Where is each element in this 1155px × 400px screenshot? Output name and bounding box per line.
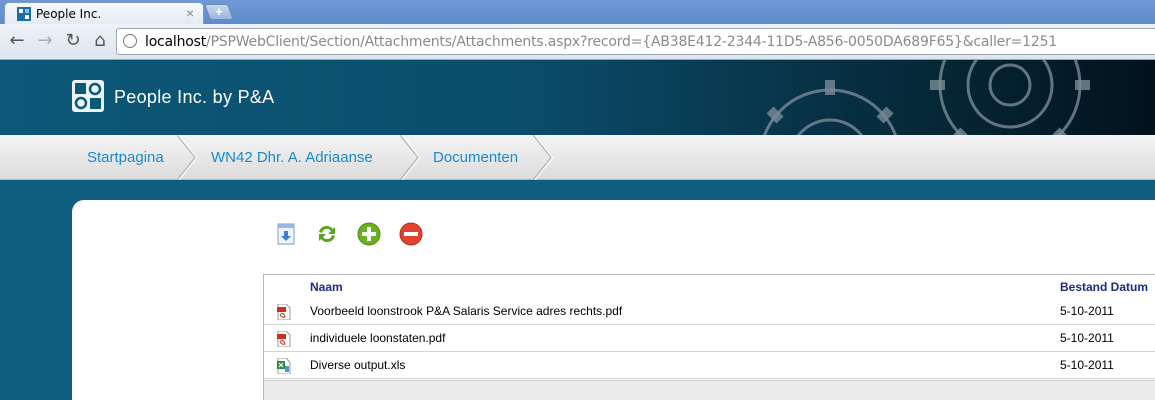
pdf-file-icon bbox=[277, 331, 291, 347]
url-host: localhost bbox=[145, 34, 207, 50]
add-icon[interactable] bbox=[357, 222, 381, 246]
file-date: 5-10-2011 bbox=[1060, 358, 1114, 372]
address-bar[interactable]: localhost/PSPWebClient/Section/Attachmen… bbox=[116, 28, 1155, 55]
home-button[interactable]: ⌂ bbox=[89, 30, 111, 52]
reload-button[interactable]: ↻ bbox=[62, 30, 84, 52]
file-name: Diverse output.xls bbox=[310, 358, 406, 372]
breadcrumb: Startpagina WN42 Dhr. A. Adriaanse Docum… bbox=[0, 135, 1155, 180]
globe-icon bbox=[123, 34, 137, 48]
excel-file-icon bbox=[277, 358, 291, 374]
table-footer bbox=[264, 380, 1155, 400]
chevron-right-icon bbox=[533, 135, 553, 180]
forward-button[interactable]: → bbox=[34, 30, 56, 52]
breadcrumb-item-startpagina[interactable]: Startpagina bbox=[87, 135, 164, 180]
column-header-bestand-datum[interactable]: Bestand Datum bbox=[1060, 280, 1148, 294]
back-button[interactable]: ← bbox=[6, 30, 28, 52]
file-name: Voorbeeld loonstrook P&A Salaris Service… bbox=[310, 304, 623, 318]
file-name: individuele loonstaten.pdf bbox=[310, 331, 446, 345]
refresh-icon[interactable] bbox=[315, 222, 339, 246]
breadcrumb-item-documenten[interactable]: Documenten bbox=[433, 135, 518, 180]
download-icon[interactable] bbox=[274, 222, 298, 246]
remove-icon[interactable] bbox=[399, 222, 423, 246]
tab-close-icon[interactable]: × bbox=[186, 5, 194, 21]
table-row[interactable]: individuele loonstaten.pdf 5-10-2011 bbox=[264, 325, 1155, 352]
gears-decoration-icon bbox=[763, 60, 1090, 135]
chevron-right-icon bbox=[400, 135, 420, 180]
column-header-naam[interactable]: Naam bbox=[310, 280, 343, 294]
file-date: 5-10-2011 bbox=[1060, 304, 1114, 318]
browser-tab[interactable]: People Inc. × bbox=[4, 2, 204, 24]
documents-table: Naam Bestand Datum Voorbeeld loonstrook … bbox=[263, 274, 1155, 400]
browser-toolbar: ← → ↻ ⌂ localhost/PSPWebClient/Section/A… bbox=[0, 24, 1155, 60]
table-row[interactable]: Diverse output.xls 5-10-2011 bbox=[264, 352, 1155, 379]
file-date: 5-10-2011 bbox=[1060, 331, 1114, 345]
favicon-icon bbox=[17, 7, 31, 21]
tab-title: People Inc. bbox=[36, 7, 102, 21]
url-text: localhost/PSPWebClient/Section/Attachmen… bbox=[145, 34, 1057, 50]
url-path: /PSPWebClient/Section/Attachments/Attach… bbox=[206, 34, 1057, 50]
content-panel: Naam Bestand Datum Voorbeeld loonstrook … bbox=[72, 200, 1155, 400]
site-header: People Inc. by P&A bbox=[0, 60, 1155, 135]
site-title: People Inc. by P&A bbox=[114, 87, 275, 107]
plus-icon: + bbox=[215, 4, 223, 19]
pdf-file-icon bbox=[277, 304, 291, 320]
chevron-right-icon bbox=[177, 135, 197, 180]
browser-tabstrip: People Inc. × + bbox=[0, 0, 1155, 24]
logo-icon[interactable] bbox=[72, 80, 104, 112]
breadcrumb-item-employee[interactable]: WN42 Dhr. A. Adriaanse bbox=[211, 135, 373, 180]
table-row[interactable]: Voorbeeld loonstrook P&A Salaris Service… bbox=[264, 298, 1155, 325]
new-tab-button[interactable]: + bbox=[204, 4, 234, 20]
